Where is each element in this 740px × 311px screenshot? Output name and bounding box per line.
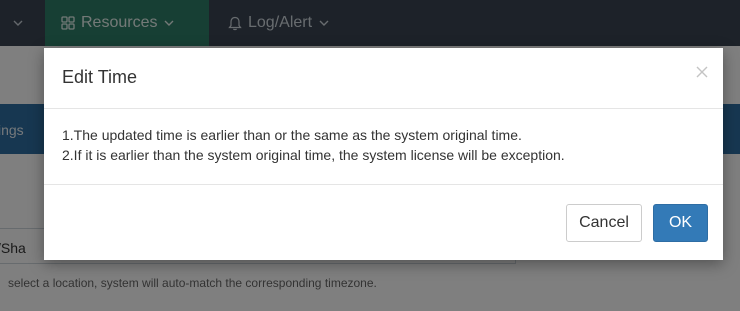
screen: Resources Log/Alert ings /Sha select a l… (0, 0, 740, 311)
dialog-message-line-1: 1.The updated time is earlier than or th… (62, 127, 522, 143)
dialog-message-line-2: 2.If it is earlier than the system origi… (62, 147, 565, 163)
dialog-title: Edit Time (62, 67, 138, 87)
close-icon[interactable] (693, 63, 711, 81)
ok-button[interactable]: OK (653, 204, 708, 242)
cancel-button[interactable]: Cancel (566, 204, 642, 242)
dialog-header: Edit Time (44, 48, 723, 109)
edit-time-dialog: Edit Time 1.The updated time is earlier … (44, 48, 723, 260)
dialog-body: 1.The updated time is earlier than or th… (44, 109, 723, 185)
